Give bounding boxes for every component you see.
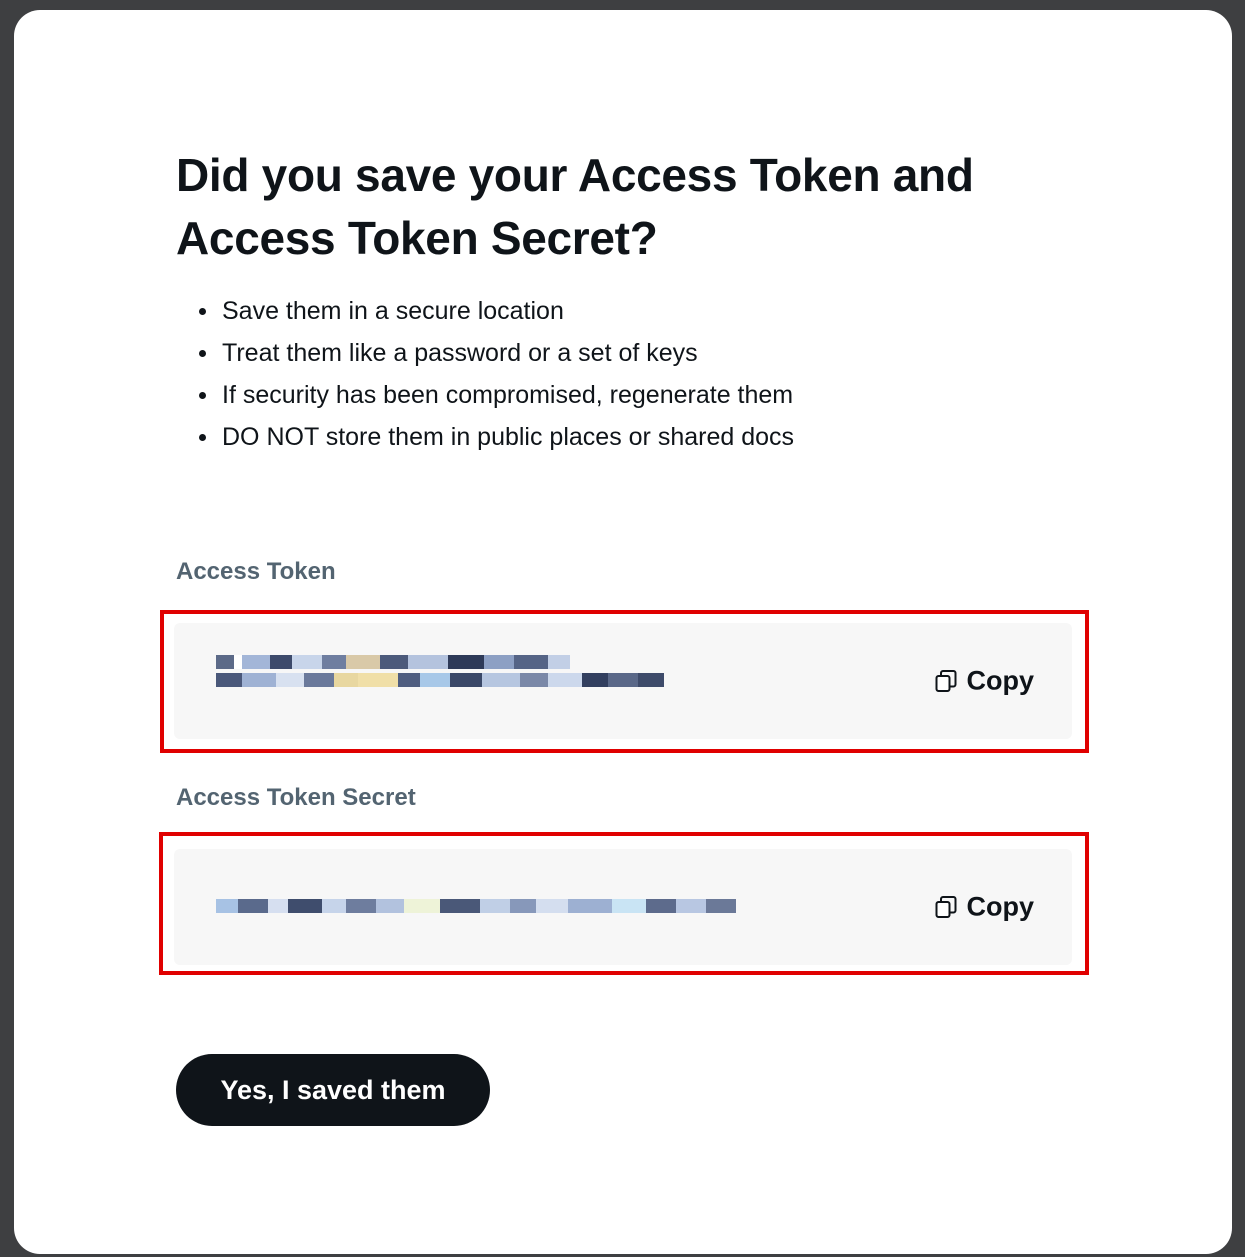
copy-access-token-secret-button[interactable]: Copy — [935, 891, 1035, 923]
save-token-dialog: Did you save your Access Token and Acces… — [14, 10, 1232, 1254]
tip-item: DO NOT store them in public places or sh… — [198, 416, 794, 458]
access-token-value-redacted — [216, 655, 664, 691]
security-tips-list: Save them in a secure location Treat the… — [176, 290, 794, 458]
access-token-secret-label: Access Token Secret — [176, 784, 416, 811]
dialog-title: Did you save your Access Token and Acces… — [176, 149, 974, 264]
access-token-field: Copy — [174, 623, 1072, 739]
copy-label: Copy — [966, 891, 1035, 922]
copy-icon — [935, 895, 956, 918]
access-token-label: Access Token — [176, 558, 336, 585]
copy-access-token-button[interactable]: Copy — [935, 665, 1035, 697]
tip-item: Save them in a secure location — [198, 290, 794, 332]
copy-label: Copy — [966, 665, 1035, 696]
access-token-secret-value-redacted — [216, 899, 736, 917]
confirm-saved-button[interactable]: Yes, I saved them — [176, 1054, 490, 1126]
access-token-secret-field: Copy — [174, 849, 1072, 965]
tip-item: If security has been compromised, regene… — [198, 374, 794, 416]
copy-icon — [935, 669, 956, 692]
tip-item: Treat them like a password or a set of k… — [198, 332, 794, 374]
